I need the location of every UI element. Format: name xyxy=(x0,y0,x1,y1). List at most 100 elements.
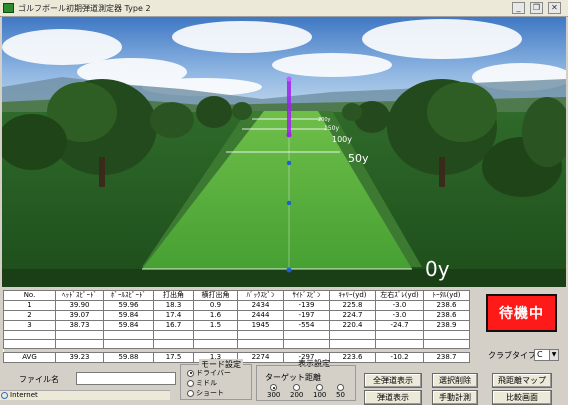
cell: 1945 xyxy=(237,320,284,331)
ball-trajectory xyxy=(286,76,292,138)
driving-range-view: 0y 50y 100y 150y 200y xyxy=(2,17,566,287)
manual-measure-button[interactable]: 手動計測 xyxy=(432,390,478,405)
col-header: ﾊﾞｯｸｽﾋﾟﾝ xyxy=(237,290,284,301)
distance-marker-200y: 200y xyxy=(318,117,331,123)
cell: -139 xyxy=(283,300,330,311)
title-bar: ゴルフボール初期弾道測定器 Type 2 _ ❐ ✕ xyxy=(0,0,568,17)
club-type-value: C xyxy=(537,350,543,359)
col-header: ｻｲﾄﾞｽﾋﾟﾝ xyxy=(283,290,330,301)
cell: 39.07 xyxy=(55,310,104,321)
cell: 220.4 xyxy=(329,320,376,331)
internet-zone-icon xyxy=(1,392,8,399)
status-text: Internet xyxy=(10,391,38,399)
cell: 17.5 xyxy=(153,352,194,363)
cell: 59.88 xyxy=(103,352,154,363)
cell: 1 xyxy=(3,300,56,311)
target-200[interactable]: 200 xyxy=(290,384,303,399)
cell: -554 xyxy=(283,320,330,331)
cell: 59.84 xyxy=(103,320,154,331)
table-row[interactable]: 3 38.73 59.84 16.7 1.5 1945 -554 220.4 -… xyxy=(3,320,470,331)
club-type-select[interactable]: C ▼ xyxy=(534,349,559,361)
col-header: No. xyxy=(3,290,56,301)
cell: 238.9 xyxy=(423,320,470,331)
minimize-button[interactable]: _ xyxy=(512,2,525,14)
table-row[interactable] xyxy=(3,330,470,340)
col-header: ｷｬﾘｰ(yd) xyxy=(329,290,376,301)
cell: AVG xyxy=(3,352,56,363)
col-header: 横打出角 xyxy=(193,290,238,301)
cell: 59.84 xyxy=(103,310,154,321)
cell: 17.4 xyxy=(153,310,194,321)
cell: -3.0 xyxy=(375,310,424,321)
cell: 1.6 xyxy=(193,310,238,321)
table-header-row: No. ﾍｯﾄﾞｽﾋﾟｰﾄﾞ ﾎﾞｰﾙｽﾋﾟｰﾄﾞ 打出角 横打出角 ﾊﾞｯｸｽ… xyxy=(3,290,470,301)
cell: 1.5 xyxy=(193,320,238,331)
table-row[interactable]: 1 39.90 59.96 18.3 0.9 2434 -139 225.8 -… xyxy=(3,300,470,311)
compare-screen-button[interactable]: 比較画面 xyxy=(492,390,552,405)
cell: 59.96 xyxy=(103,300,154,311)
table-row[interactable]: 2 39.07 59.84 17.4 1.6 2444 -197 224.7 -… xyxy=(3,310,470,321)
distance-map-button[interactable]: 飛距離マップ xyxy=(492,373,552,388)
cell: 2434 xyxy=(237,300,284,311)
window-title: ゴルフボール初期弾道測定器 Type 2 xyxy=(18,4,151,13)
cell: 224.7 xyxy=(329,310,376,321)
cell: 16.7 xyxy=(153,320,194,331)
mode-option-middle[interactable]: ミドル xyxy=(187,378,217,388)
target-distance-label: ターゲット距離 xyxy=(265,373,321,382)
cell: 39.23 xyxy=(55,352,104,363)
cell: 2274 xyxy=(237,352,284,363)
cell: 238.7 xyxy=(423,352,470,363)
distance-marker-50y: 50y xyxy=(348,152,369,165)
cell: 18.3 xyxy=(153,300,194,311)
mode-settings-group: モード設定 ドライバー ミドル ショート xyxy=(180,359,252,400)
col-header: ﾄｰﾀﾙ(yd) xyxy=(423,290,470,301)
cell: -10.2 xyxy=(375,352,424,363)
restore-button[interactable]: ❐ xyxy=(530,2,543,14)
club-type-label: クラブタイプ xyxy=(488,351,536,360)
target-100[interactable]: 100 xyxy=(313,384,326,399)
distance-marker-100y: 100y xyxy=(332,135,353,144)
cell: 2444 xyxy=(237,310,284,321)
cell: -24.7 xyxy=(375,320,424,331)
cell: 225.8 xyxy=(329,300,376,311)
close-button[interactable]: ✕ xyxy=(548,2,561,14)
cell: 238.6 xyxy=(423,310,470,321)
table-row[interactable] xyxy=(3,339,470,349)
browser-status-bar: Internet xyxy=(0,390,170,400)
distance-marker-0y: 0y xyxy=(425,257,450,281)
chevron-down-icon: ▼ xyxy=(549,350,558,360)
radio-icon xyxy=(336,384,344,391)
target-300[interactable]: 300 xyxy=(267,384,280,399)
radio-icon xyxy=(187,379,194,387)
cell: 0.9 xyxy=(193,300,238,311)
shot-data-table: No. ﾍｯﾄﾞｽﾋﾟｰﾄﾞ ﾎﾞｰﾙｽﾋﾟｰﾄﾞ 打出角 横打出角 ﾊﾞｯｸｽ… xyxy=(3,290,470,363)
cell: -197 xyxy=(283,310,330,321)
distance-marker-150y: 150y xyxy=(324,125,340,132)
app-icon xyxy=(3,3,14,13)
show-trajectory-button[interactable]: 弾道表示 xyxy=(364,390,422,405)
cell: 2 xyxy=(3,310,56,321)
col-header: ﾎﾞｰﾙｽﾋﾟｰﾄﾞ xyxy=(103,290,154,301)
mode-option-short[interactable]: ショート xyxy=(187,388,224,398)
file-name-label: ファイル名 xyxy=(19,375,59,384)
file-name-input[interactable] xyxy=(76,372,176,385)
cell: 38.73 xyxy=(55,320,104,331)
cell: 3 xyxy=(3,320,56,331)
status-indicator: 待機中 xyxy=(486,294,557,332)
radio-icon xyxy=(187,389,194,397)
target-50[interactable]: 50 xyxy=(336,384,345,399)
mode-option-driver[interactable]: ドライバー xyxy=(187,368,231,378)
target-distance-group: ターゲット距離 300 200 100 50 xyxy=(256,365,356,401)
show-all-trajectories-button[interactable]: 全弾道表示 xyxy=(364,373,422,388)
cell: 223.6 xyxy=(329,352,376,363)
cell: 238.6 xyxy=(423,300,470,311)
delete-selected-button[interactable]: 選択削除 xyxy=(432,373,478,388)
cell: 39.90 xyxy=(55,300,104,311)
radio-icon xyxy=(316,384,324,391)
cell: -3.0 xyxy=(375,300,424,311)
radio-icon xyxy=(293,384,301,391)
col-header: 左右ｽﾞﾚ(yd) xyxy=(375,290,424,301)
tee-area xyxy=(2,269,566,287)
col-header: 打出角 xyxy=(153,290,194,301)
col-header: ﾍｯﾄﾞｽﾋﾟｰﾄﾞ xyxy=(55,290,104,301)
